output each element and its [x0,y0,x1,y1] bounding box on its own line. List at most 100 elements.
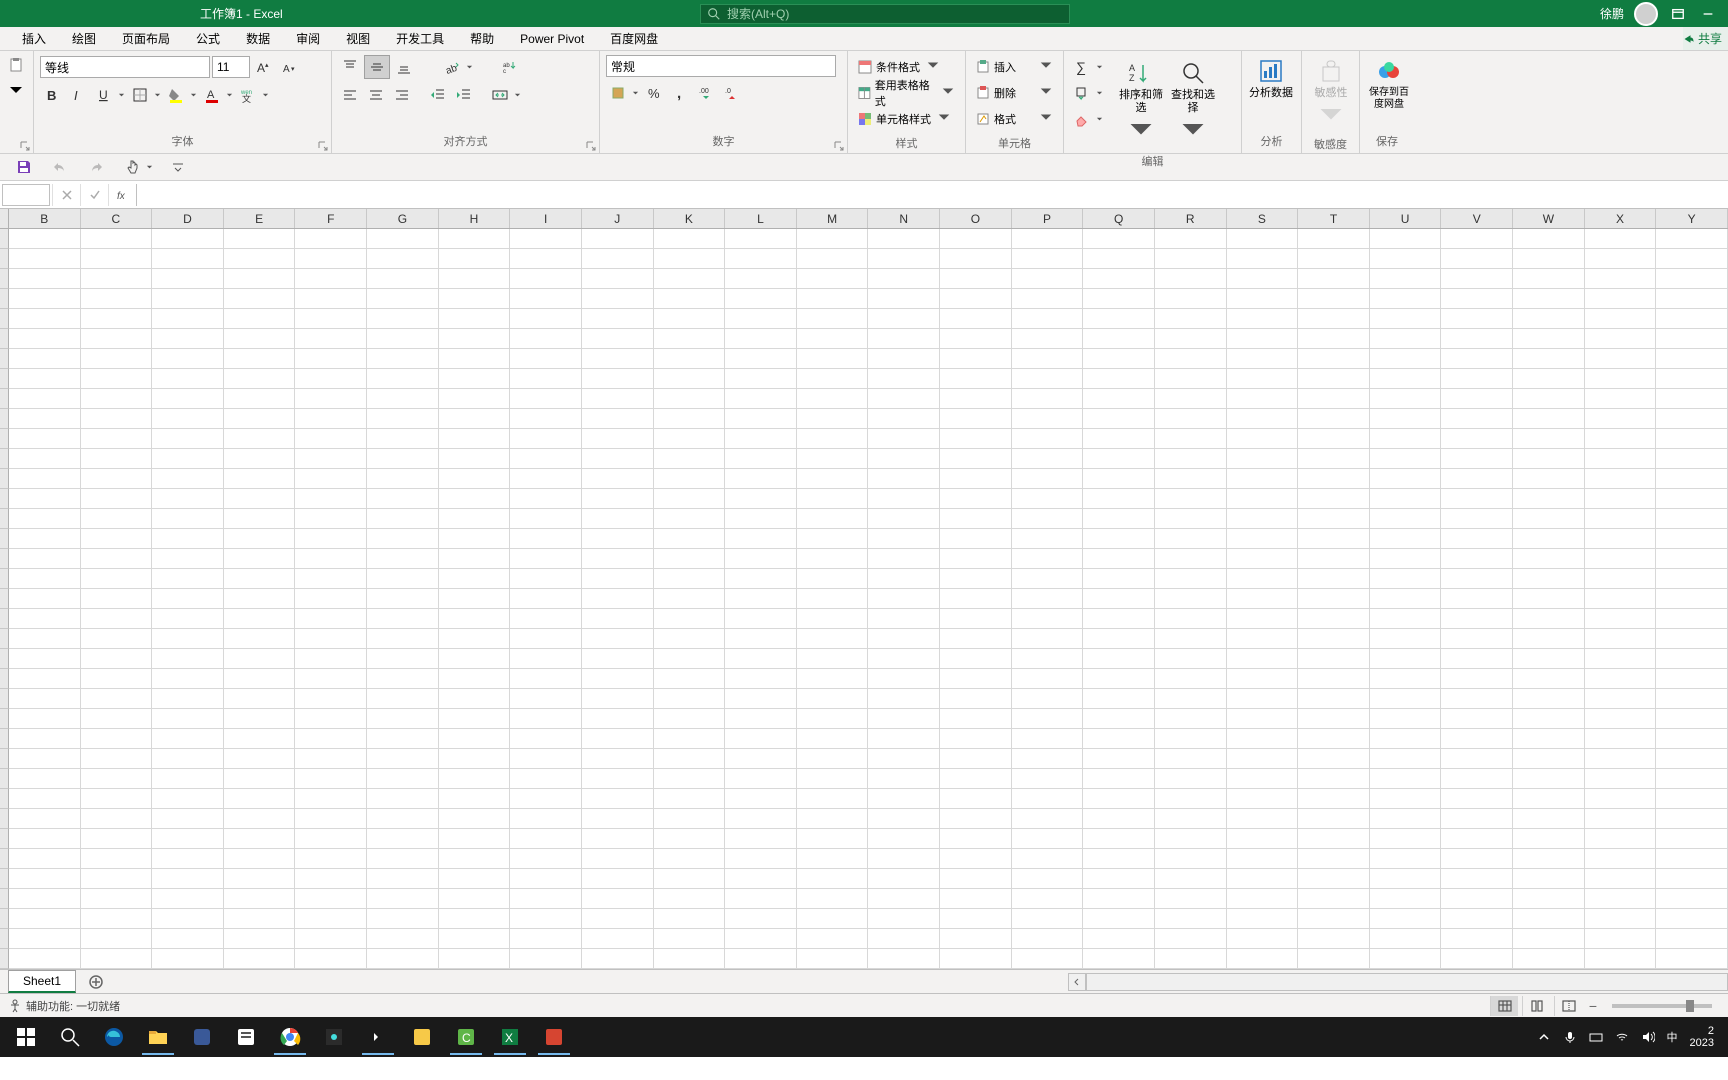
align-right-button[interactable] [390,83,414,107]
cell[interactable] [868,609,940,629]
row-header[interactable] [0,589,9,609]
cell[interactable] [1155,369,1227,389]
row-header[interactable] [0,549,9,569]
cell[interactable] [9,549,81,569]
row-header[interactable] [0,489,9,509]
cell[interactable] [295,349,367,369]
cell[interactable] [797,529,869,549]
cell[interactable] [1155,589,1227,609]
cell[interactable] [940,369,1012,389]
paste-button[interactable] [4,53,28,77]
cell[interactable] [152,609,224,629]
font-size-select[interactable]: 11 [212,56,250,78]
cell[interactable] [1155,569,1227,589]
row-header[interactable] [0,889,9,909]
cell[interactable] [510,749,582,769]
cell[interactable] [295,329,367,349]
cell[interactable] [439,769,511,789]
cell[interactable] [510,669,582,689]
cell[interactable] [1513,469,1585,489]
cell[interactable] [582,929,654,949]
redo-button[interactable] [84,155,108,179]
cell[interactable] [81,649,153,669]
cell[interactable] [1513,509,1585,529]
cell[interactable] [1370,749,1442,769]
cell[interactable] [81,529,153,549]
cell[interactable] [725,749,797,769]
scroll-track[interactable] [1086,973,1728,991]
cell[interactable] [1227,589,1299,609]
cell[interactable] [439,369,511,389]
cell[interactable] [1298,669,1370,689]
cell[interactable] [295,809,367,829]
cell[interactable] [81,269,153,289]
cell[interactable] [1370,669,1442,689]
cell[interactable] [81,829,153,849]
cell[interactable] [797,509,869,529]
zoom-slider[interactable] [1612,1004,1712,1008]
cell[interactable] [1012,509,1084,529]
cell[interactable] [1012,829,1084,849]
cell[interactable] [1083,529,1155,549]
increase-indent-button[interactable] [452,83,476,107]
cell[interactable] [797,649,869,669]
cell[interactable] [1083,649,1155,669]
cell[interactable] [439,609,511,629]
cell[interactable] [1227,389,1299,409]
cell[interactable] [1012,409,1084,429]
cell[interactable] [868,649,940,669]
cell[interactable] [439,629,511,649]
cell[interactable] [152,849,224,869]
cell[interactable] [1370,849,1442,869]
cell[interactable] [1155,769,1227,789]
cell[interactable] [1513,349,1585,369]
cell[interactable] [81,249,153,269]
cell[interactable] [654,609,726,629]
cell[interactable] [510,789,582,809]
cell[interactable] [582,349,654,369]
cell[interactable] [868,269,940,289]
cell[interactable] [510,929,582,949]
cell[interactable] [81,889,153,909]
cell[interactable] [295,729,367,749]
cell[interactable] [725,849,797,869]
cell[interactable] [367,669,439,689]
cell[interactable] [1083,509,1155,529]
tray-ime[interactable]: 中 [1667,1029,1678,1045]
cell[interactable] [9,509,81,529]
cell[interactable] [81,489,153,509]
cell[interactable] [868,529,940,549]
row-header[interactable] [0,469,9,489]
cell[interactable] [295,689,367,709]
cell[interactable] [295,869,367,889]
cell[interactable] [510,329,582,349]
cell[interactable] [1083,249,1155,269]
cell[interactable] [510,689,582,709]
cell[interactable] [439,429,511,449]
cell[interactable] [367,849,439,869]
touch-mode-button[interactable] [120,155,144,179]
cell[interactable] [1083,909,1155,929]
cell[interactable] [1155,629,1227,649]
cell[interactable] [725,929,797,949]
cell[interactable] [654,529,726,549]
cell[interactable] [797,829,869,849]
cell[interactable] [1227,309,1299,329]
cell[interactable] [940,609,1012,629]
cell[interactable] [940,429,1012,449]
cell[interactable] [1012,749,1084,769]
cell[interactable] [1298,789,1370,809]
cell[interactable] [510,289,582,309]
cell[interactable] [367,249,439,269]
cell[interactable] [224,609,296,629]
cell[interactable] [439,509,511,529]
cell[interactable] [582,809,654,829]
cell[interactable] [1585,709,1657,729]
cell[interactable] [152,869,224,889]
cell[interactable] [9,609,81,629]
cell[interactable] [1227,409,1299,429]
cell[interactable] [510,229,582,249]
cell[interactable] [1441,249,1513,269]
cell[interactable] [224,269,296,289]
cell[interactable] [510,529,582,549]
